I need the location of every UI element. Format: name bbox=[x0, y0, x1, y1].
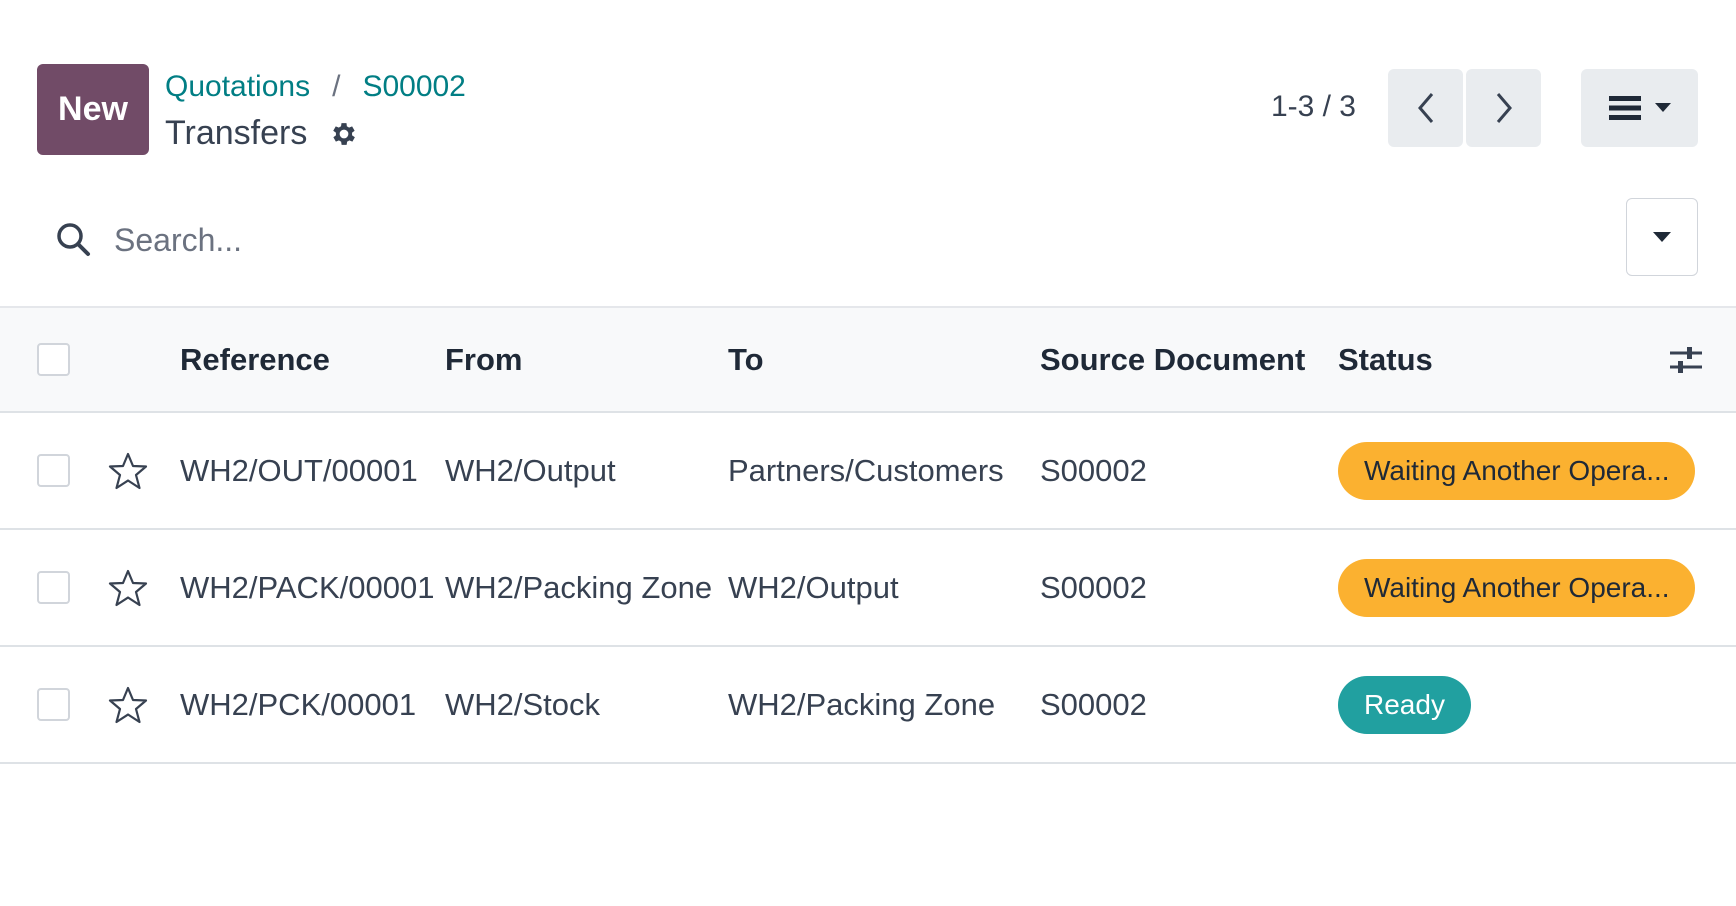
cell-from: WH2/Output bbox=[445, 452, 616, 488]
new-button[interactable]: New bbox=[37, 64, 149, 155]
chevron-left-icon bbox=[1417, 93, 1433, 123]
column-header-to[interactable]: To bbox=[728, 308, 764, 411]
column-header-status[interactable]: Status bbox=[1338, 308, 1433, 411]
gear-icon[interactable] bbox=[329, 119, 359, 149]
status-badge: Waiting Another Opera... bbox=[1338, 558, 1695, 617]
pager-value[interactable]: 1-3 / 3 bbox=[1271, 90, 1356, 124]
list-view-icon bbox=[1608, 96, 1641, 120]
star-icon[interactable] bbox=[108, 568, 148, 608]
sliders-icon[interactable] bbox=[1668, 342, 1704, 378]
cell-from: WH2/Packing Zone bbox=[445, 569, 713, 605]
pager-previous-button[interactable] bbox=[1388, 69, 1463, 147]
caret-down-icon bbox=[1654, 103, 1671, 112]
column-header-from[interactable]: From bbox=[445, 308, 523, 411]
column-header-reference[interactable]: Reference bbox=[180, 308, 330, 411]
cell-to: WH2/Output bbox=[728, 569, 899, 605]
cell-reference: WH2/PACK/00001 bbox=[180, 569, 435, 605]
search-icon bbox=[57, 223, 90, 256]
star-icon[interactable] bbox=[108, 685, 148, 725]
control-panel: New Quotations / S00002 Transfers 1-3 / … bbox=[0, 0, 1736, 306]
transfers-list: Reference From To Source Document Status… bbox=[0, 306, 1736, 764]
row-checkbox[interactable] bbox=[37, 454, 70, 487]
cell-from: WH2/Stock bbox=[445, 686, 601, 722]
cell-reference: WH2/PCK/00001 bbox=[180, 686, 417, 722]
table-row[interactable]: WH2/OUT/00001 WH2/Output Partners/Custom… bbox=[0, 413, 1736, 530]
caret-down-icon bbox=[1653, 231, 1671, 242]
cell-source-document: S00002 bbox=[1040, 686, 1147, 722]
table-row[interactable]: WH2/PACK/00001 WH2/Packing Zone WH2/Outp… bbox=[0, 530, 1736, 647]
chevron-right-icon bbox=[1496, 93, 1512, 123]
cell-reference: WH2/OUT/00001 bbox=[180, 452, 418, 488]
column-header-source-document[interactable]: Source Document bbox=[1040, 308, 1305, 411]
table-row[interactable]: WH2/PCK/00001 WH2/Stock WH2/Packing Zone… bbox=[0, 647, 1736, 764]
breadcrumb-separator: / bbox=[332, 70, 341, 103]
star-icon[interactable] bbox=[108, 451, 148, 491]
view-switcher-button[interactable] bbox=[1581, 69, 1698, 147]
table-header-row: Reference From To Source Document Status bbox=[0, 306, 1736, 413]
status-badge: Waiting Another Opera... bbox=[1338, 441, 1695, 500]
status-badge: Ready bbox=[1338, 675, 1471, 734]
cell-source-document: S00002 bbox=[1040, 452, 1147, 488]
row-checkbox[interactable] bbox=[37, 571, 70, 604]
cell-to: WH2/Packing Zone bbox=[728, 686, 996, 722]
page-title: Transfers bbox=[165, 114, 308, 152]
select-all-checkbox[interactable] bbox=[37, 343, 70, 376]
cell-source-document: S00002 bbox=[1040, 569, 1147, 605]
pager-next-button[interactable] bbox=[1466, 69, 1541, 147]
row-checkbox[interactable] bbox=[37, 688, 70, 721]
cell-to: Partners/Customers bbox=[728, 452, 1004, 488]
search-input[interactable] bbox=[112, 220, 1512, 260]
page-title-row: Transfers bbox=[165, 114, 359, 153]
breadcrumb-s00002[interactable]: S00002 bbox=[362, 70, 465, 104]
breadcrumb: Quotations / S00002 bbox=[165, 70, 466, 104]
search-panel-toggle[interactable] bbox=[1626, 198, 1698, 276]
search-bar bbox=[40, 205, 1620, 275]
breadcrumb-quotations[interactable]: Quotations bbox=[165, 70, 310, 104]
